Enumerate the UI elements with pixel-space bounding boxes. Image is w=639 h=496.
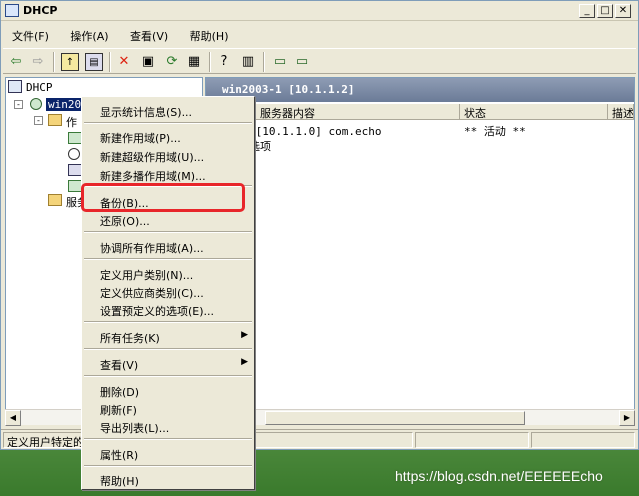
- menu-item-new-scope[interactable]: 新建作用域(P)...: [82, 127, 254, 145]
- row-status: ** 活动 **: [464, 125, 526, 138]
- tree-expander[interactable]: -: [14, 100, 23, 109]
- context-menu: 显示统计信息(S)... 新建作用域(P)... 新建超级作用域(U)... 新…: [81, 96, 255, 490]
- menu-separator: [84, 321, 252, 323]
- server-icon: [30, 98, 42, 110]
- tree-root[interactable]: DHCP: [26, 81, 53, 94]
- menu-item-help[interactable]: 帮助(H): [82, 470, 254, 488]
- delete-icon[interactable]: ✕: [115, 53, 133, 71]
- column-header-status[interactable]: 状态: [460, 104, 608, 120]
- menu-item-set-predefined-options[interactable]: 设置预定义的选项(E)...: [82, 300, 254, 318]
- refresh-icon[interactable]: ⟳: [163, 53, 181, 71]
- forward-arrow-icon[interactable]: ⇨: [29, 53, 47, 71]
- menu-separator: [84, 375, 252, 377]
- menu-item-properties[interactable]: 属性(R): [82, 444, 254, 462]
- up-folder-icon[interactable]: ↑: [61, 53, 79, 71]
- scope-options-icon: [68, 180, 82, 192]
- back-arrow-icon[interactable]: ⇦: [7, 53, 25, 71]
- menu-item-reconcile-all-scopes[interactable]: 协调所有作用域(A)...: [82, 237, 254, 255]
- folder-icon: [48, 194, 62, 206]
- menu-item-show-statistics[interactable]: 显示统计信息(S)...: [82, 101, 254, 119]
- action-pane-icon[interactable]: ▥: [239, 53, 257, 71]
- help-icon[interactable]: ?: [215, 53, 233, 71]
- menu-help[interactable]: 帮助(H): [181, 26, 238, 46]
- column-header-row: 服务器内容 状态 描述: [206, 104, 634, 120]
- submenu-arrow-icon: ▶: [241, 330, 248, 340]
- menu-item-new-superscope[interactable]: 新建超级作用域(U)...: [82, 146, 254, 164]
- menu-item-refresh[interactable]: 刷新(F): [82, 399, 254, 417]
- dhcp-app-icon: [5, 4, 19, 17]
- dhcp-root-icon: [8, 80, 22, 93]
- menu-separator: [84, 438, 252, 440]
- status-panel: [415, 432, 529, 448]
- title-bar: DHCP _ □ ✕: [1, 1, 638, 21]
- reservations-icon: [68, 164, 82, 176]
- details-pane: win2003-1 [10.1.1.2] 服务器内容 状态 描述 作用域 [10…: [205, 77, 635, 423]
- monitor-icon[interactable]: ▭: [271, 53, 289, 71]
- menu-separator: [84, 258, 252, 260]
- tree-scope[interactable]: 作: [66, 114, 77, 130]
- menu-separator: [84, 465, 252, 467]
- column-header-description[interactable]: 描述: [608, 104, 634, 120]
- status-panel: [531, 432, 635, 448]
- window-title: DHCP: [23, 4, 58, 17]
- menu-separator: [84, 122, 252, 124]
- export-list-icon[interactable]: ▦: [185, 53, 203, 71]
- toolbar-separator: [53, 52, 55, 72]
- submenu-arrow-icon: ▶: [241, 357, 248, 367]
- menu-action[interactable]: 操作(A): [61, 26, 117, 46]
- minimize-button[interactable]: _: [579, 4, 595, 18]
- menu-item-define-vendor-classes[interactable]: 定义供应商类别(C)...: [82, 282, 254, 300]
- monitor-network-icon[interactable]: ▭: [293, 53, 311, 71]
- menu-bar: 文件(F) 操作(A) 查看(V) 帮助(H): [3, 26, 238, 46]
- scroll-thumb[interactable]: [265, 411, 525, 425]
- menu-separator: [84, 231, 252, 233]
- menu-view[interactable]: 查看(V): [121, 26, 177, 46]
- watermark-text: https://blog.csdn.net/EEEEEEcho: [395, 468, 603, 484]
- menu-item-define-user-classes[interactable]: 定义用户类别(N)...: [82, 264, 254, 282]
- show-hide-tree-icon[interactable]: ▤: [85, 53, 103, 71]
- folder-icon: [48, 114, 62, 126]
- menu-separator: [84, 348, 252, 350]
- address-pool-icon: [68, 132, 82, 144]
- tree-expander[interactable]: -: [34, 116, 43, 125]
- toolbar-separator: [263, 52, 265, 72]
- close-button[interactable]: ✕: [615, 4, 631, 18]
- maximize-button[interactable]: □: [597, 4, 613, 18]
- properties-icon[interactable]: ▣: [139, 53, 157, 71]
- menu-item-export-list[interactable]: 导出列表(L)...: [82, 417, 254, 435]
- details-header: win2003-1 [10.1.1.2]: [206, 78, 634, 102]
- toolbar-separator: [209, 52, 211, 72]
- toolbar: ⇦ ⇨ ↑ ▤ ✕ ▣ ⟳ ▦ ? ▥ ▭ ▭: [3, 48, 636, 74]
- menu-item-delete[interactable]: 删除(D): [82, 381, 254, 399]
- menu-item-view[interactable]: 查看(V) ▶: [82, 354, 254, 372]
- scroll-right-icon[interactable]: ▶: [619, 410, 635, 426]
- toolbar-separator: [109, 52, 111, 72]
- annotation-highlight-box: [81, 183, 245, 212]
- menu-item-all-tasks[interactable]: 所有任务(K) ▶: [82, 327, 254, 345]
- scroll-left-icon[interactable]: ◀: [5, 410, 21, 426]
- menu-item-new-multicast-scope[interactable]: 新建多播作用域(M)...: [82, 165, 254, 183]
- menu-file[interactable]: 文件(F): [3, 26, 58, 46]
- menu-item-restore[interactable]: 还原(O)...: [82, 210, 254, 228]
- leases-icon: [68, 148, 80, 160]
